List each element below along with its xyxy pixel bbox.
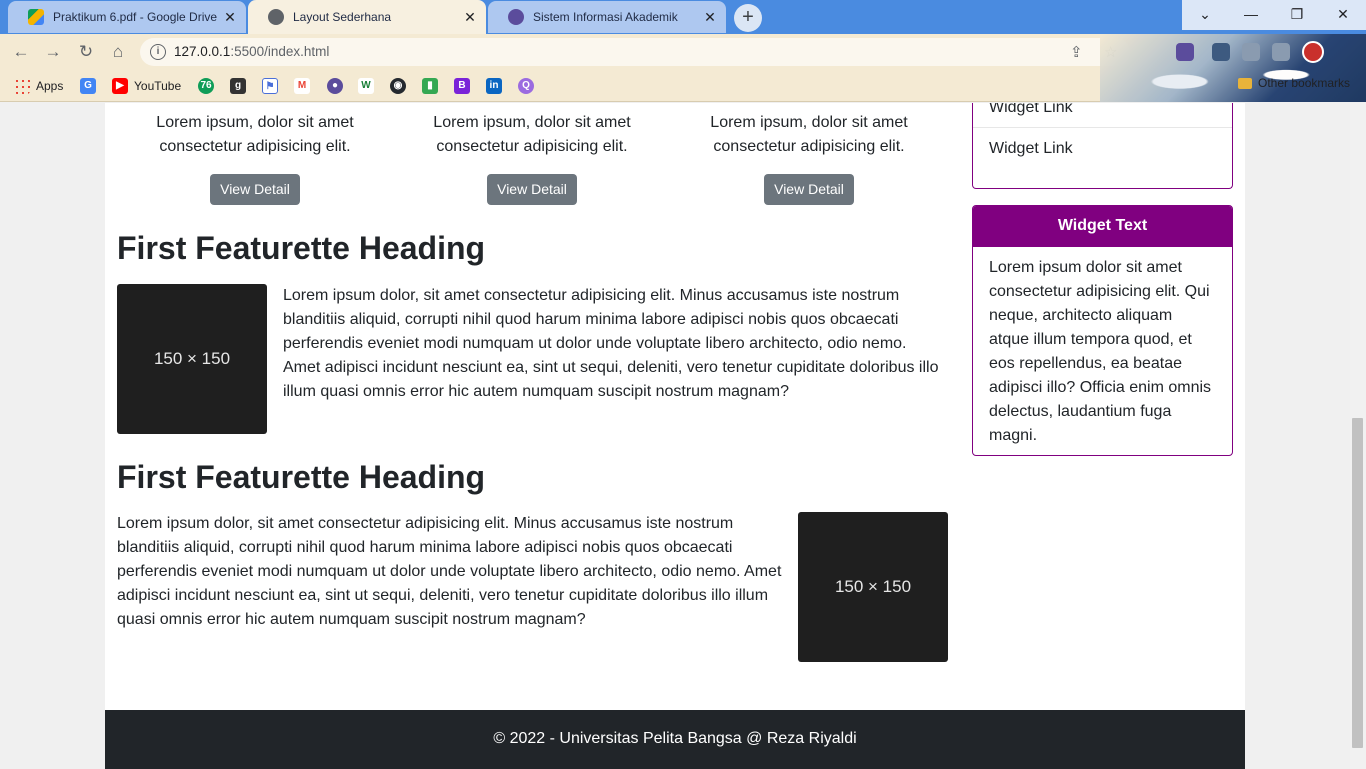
address-bar[interactable]: i 127.0.0.1:5500/index.html ⇪ ☆ <box>140 38 1130 66</box>
bookmark-google-translate[interactable]: G <box>80 76 96 96</box>
other-bookmarks-label: Other bookmarks <box>1258 76 1351 90</box>
apps-grid-icon <box>14 78 30 94</box>
tab-search-button[interactable]: ⌄ <box>1182 0 1228 30</box>
flag-icon[interactable]: ⚑ <box>262 78 278 94</box>
address-url[interactable]: 127.0.0.1:5500/index.html <box>174 44 329 59</box>
view-detail-button[interactable]: View Detail <box>210 174 300 205</box>
bookmark-apps[interactable]: Apps <box>14 76 63 96</box>
reload-icon[interactable]: ↻ <box>74 40 98 64</box>
card-text: Lorem ipsum, dolor sit amet consectetur … <box>710 114 908 155</box>
featurette-heading: First Featurette Heading <box>117 230 486 266</box>
featurette-heading: First Featurette Heading <box>117 459 486 495</box>
other-bookmarks[interactable]: Other bookmarks <box>1238 76 1350 90</box>
close-tab-icon[interactable]: ✕ <box>460 9 480 26</box>
featurette-text: Lorem ipsum dolor, sit amet consectetur … <box>117 515 782 628</box>
google-drive-icon <box>28 9 44 25</box>
new-tab-button[interactable]: + <box>734 4 762 32</box>
page-container: Lorem ipsum, dolor sit amet consectetur … <box>105 103 1245 769</box>
theme-wave-image <box>1100 34 1366 102</box>
scrollbar-thumb[interactable] <box>1352 418 1363 748</box>
page-viewport: Lorem ipsum, dolor sit amet consectetur … <box>0 103 1350 769</box>
widget-text-card: Widget Text Lorem ipsum dolor sit amet c… <box>972 205 1233 456</box>
tab-layout-sederhana[interactable]: Layout Sederhana ✕ <box>248 0 486 34</box>
view-detail-button[interactable]: View Detail <box>487 174 577 205</box>
restore-button[interactable]: ❐ <box>1274 0 1320 30</box>
linkedin-icon[interactable]: in <box>486 78 502 94</box>
tab-sistem-informasi-akademik[interactable]: Sistem Informasi Akademik ✕ <box>488 1 726 33</box>
card-text: Lorem ipsum, dolor sit amet consectetur … <box>156 114 354 155</box>
badge-76-icon[interactable]: 76 <box>198 78 214 94</box>
featurette-image: 150 × 150 <box>117 284 267 434</box>
tab-strip: Praktikum 6.pdf - Google Drive ✕ Layout … <box>0 0 1366 34</box>
bookmark-label: Apps <box>36 79 64 93</box>
widget-link[interactable]: Widget Link <box>973 103 1232 127</box>
close-window-button[interactable]: ✕ <box>1320 0 1366 30</box>
extension-tools-icon[interactable] <box>1212 43 1230 61</box>
search-app-icon[interactable]: Q <box>518 78 534 94</box>
extension-badge-icon[interactable] <box>1176 43 1194 61</box>
globe-icon <box>268 9 284 25</box>
tab-title: Sistem Informasi Akademik <box>533 10 678 24</box>
google-meet-icon[interactable]: ▮ <box>422 78 438 94</box>
tab-google-drive[interactable]: Praktikum 6.pdf - Google Drive ✕ <box>8 1 246 33</box>
close-tab-icon[interactable]: ✕ <box>220 9 240 26</box>
university-icon <box>508 9 524 25</box>
card-text: Lorem ipsum, dolor sit amet consectetur … <box>433 114 631 155</box>
bookmark-label: YouTube <box>134 79 182 93</box>
site-info-icon[interactable]: i <box>150 44 166 60</box>
featurette-text: Lorem ipsum dolor, sit amet consectetur … <box>283 287 939 400</box>
browser-window: Praktikum 6.pdf - Google Drive ✕ Layout … <box>0 0 1366 769</box>
university-icon[interactable]: ● <box>327 78 343 94</box>
bookmark-youtube[interactable]: ▶ YouTube <box>112 76 181 96</box>
youtube-icon: ▶ <box>112 78 128 94</box>
url-path: :5500/index.html <box>230 44 330 59</box>
view-detail-button[interactable]: View Detail <box>764 174 854 205</box>
close-tab-icon[interactable]: ✕ <box>700 9 720 26</box>
featurette-image: 150 × 150 <box>798 512 948 662</box>
widget-link[interactable]: Widget Link <box>973 127 1232 168</box>
forward-icon[interactable]: → <box>41 40 65 64</box>
card-3: Lorem ipsum, dolor sit amet consectetur … <box>679 111 939 205</box>
card-2: Lorem ipsum, dolor sit amet consectetur … <box>402 111 662 205</box>
side-panel-icon[interactable] <box>1272 43 1290 61</box>
bootstrap-icon[interactable]: B <box>454 78 470 94</box>
g-logo-icon[interactable]: g <box>230 78 246 94</box>
back-icon[interactable]: ← <box>9 40 33 64</box>
gmail-icon[interactable]: M <box>294 78 310 94</box>
widget-text-body: Lorem ipsum dolor sit amet consectetur a… <box>989 259 1212 444</box>
folder-icon <box>1238 77 1252 89</box>
w3schools-icon[interactable]: W <box>358 78 374 94</box>
widget-links-card: Widget Link Widget Link <box>972 103 1233 189</box>
footer: © 2022 - Universitas Pelita Bangsa @ Rez… <box>105 710 1245 769</box>
tab-title: Praktikum 6.pdf - Google Drive <box>53 10 218 24</box>
card-1: Lorem ipsum, dolor sit amet consectetur … <box>125 111 385 205</box>
profile-avatar[interactable] <box>1302 41 1324 63</box>
github-icon[interactable]: ◉ <box>390 78 406 94</box>
share-icon[interactable]: ⇪ <box>1070 43 1083 61</box>
url-host: 127.0.0.1 <box>174 44 231 59</box>
google-translate-icon: G <box>80 78 96 94</box>
minimize-button[interactable]: — <box>1228 0 1274 30</box>
widget-text-title: Widget Text <box>973 206 1232 247</box>
home-icon[interactable]: ⌂ <box>106 40 130 64</box>
tab-title: Layout Sederhana <box>293 10 392 24</box>
extensions-puzzle-icon[interactable] <box>1242 43 1260 61</box>
